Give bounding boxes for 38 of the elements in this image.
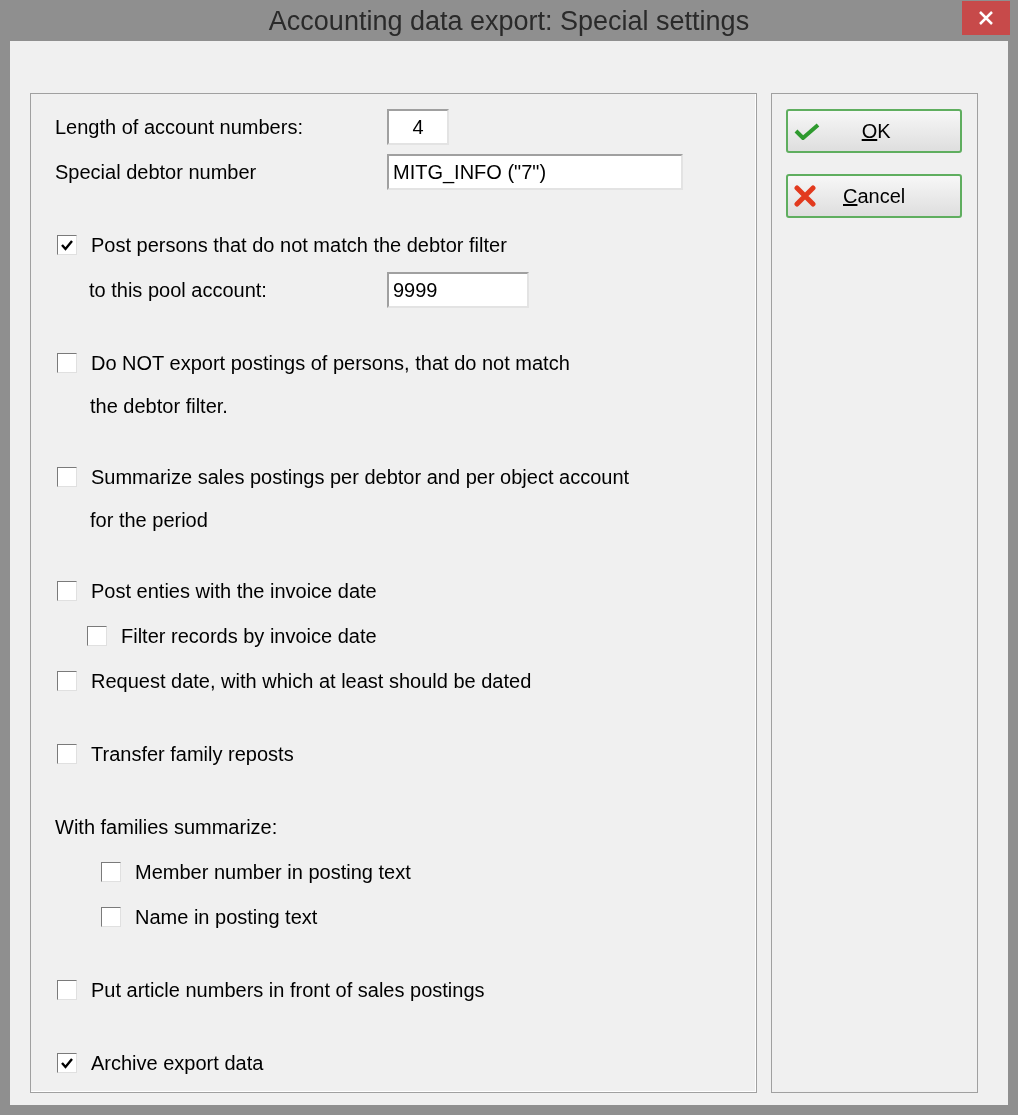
input-field[interactable]: 4 (387, 108, 449, 145)
checkbox-label: Summarize sales postings per debtor and per object account (91, 464, 630, 490)
checkbox[interactable] (57, 580, 77, 601)
cross-icon (794, 185, 817, 207)
checkbox-label: Put article numbers in front of sales postings (91, 977, 485, 1003)
checkbox-label: Name in posting text (135, 904, 318, 930)
checkbox-label: Archive export data (91, 1050, 264, 1076)
checkbox-label: Member number in posting text (135, 859, 411, 885)
close-icon (979, 11, 993, 25)
window-title: Accounting data export: Special settings (268, 4, 750, 38)
input-field[interactable]: 9999 (387, 271, 529, 308)
input-field[interactable]: MITG_INFO ("7") (387, 153, 683, 190)
field-label: Special debtor number (54, 159, 258, 185)
checkbox-label: Post persons that do not match the debtor filter (91, 232, 507, 258)
checkbox-label: Do NOT export postings of persons, that do not match (91, 350, 570, 376)
checkbox[interactable] (57, 466, 77, 487)
field-label: Length of account numbers: (54, 114, 304, 140)
checkbox-label: Request date, with which at least should be dated (91, 668, 532, 694)
close-button[interactable] (962, 1, 1010, 35)
checkbox-label: Post enties with the invoice date (91, 578, 377, 604)
checkbox-label: for the period (90, 507, 208, 533)
ok-button[interactable]: OK (786, 109, 963, 153)
checkbox[interactable] (57, 234, 77, 255)
checkmark-icon (794, 122, 821, 140)
checkbox-label: Transfer family reposts (91, 741, 294, 767)
section-label: With families summarize: (55, 814, 278, 840)
checkbox[interactable] (87, 625, 107, 646)
checkbox[interactable] (101, 906, 121, 927)
field-label: to this pool account: (88, 277, 268, 303)
checkbox-label: the debtor filter. (90, 393, 228, 419)
checkbox[interactable] (57, 352, 77, 373)
checkbox[interactable] (57, 743, 77, 764)
checkbox[interactable] (57, 1052, 77, 1073)
checkbox-label: Filter records by invoice date (121, 623, 377, 649)
checkbox[interactable] (57, 979, 77, 1000)
checkbox[interactable] (57, 670, 77, 691)
cancel-button[interactable]: Cancel (786, 174, 963, 218)
checkbox[interactable] (101, 861, 121, 882)
